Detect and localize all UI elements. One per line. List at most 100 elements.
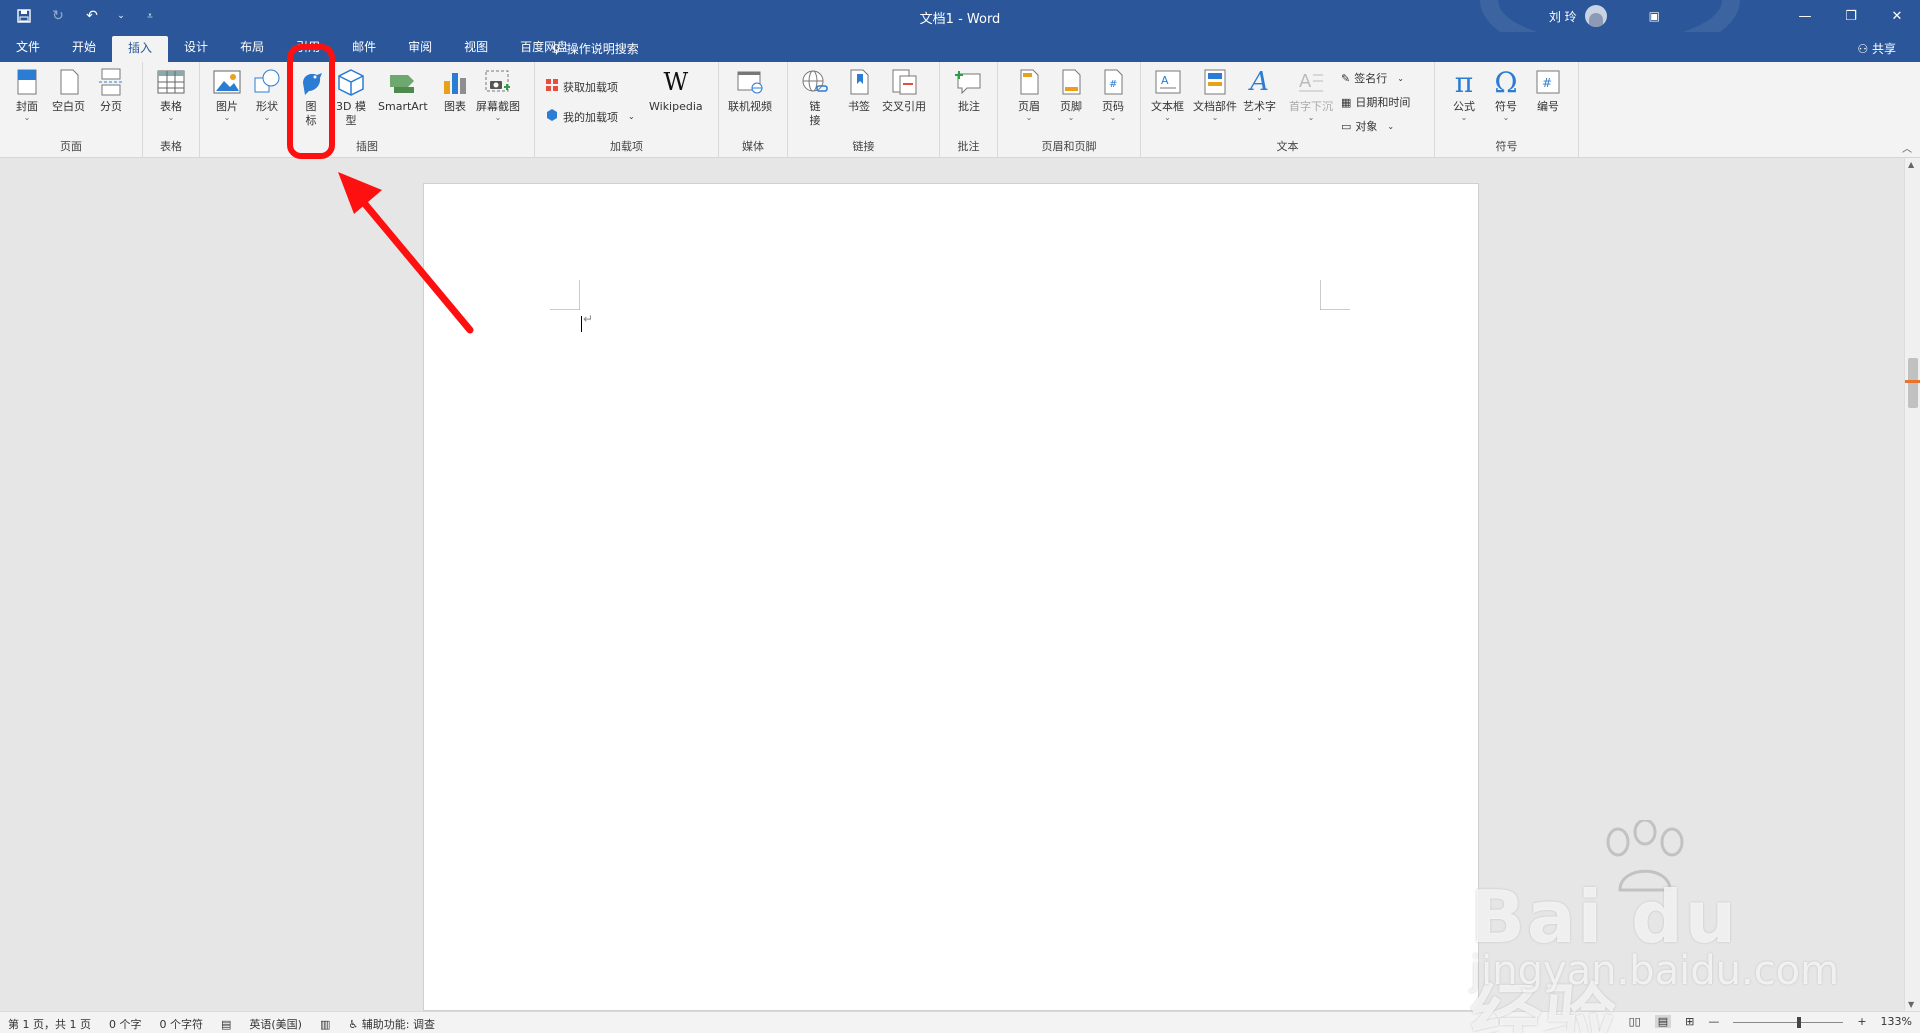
group-media: 联机视频 媒体 bbox=[719, 62, 788, 158]
shapes-icon bbox=[252, 66, 282, 98]
screenshot-button[interactable]: 屏幕截图 ⌄ bbox=[476, 66, 520, 122]
tab-view[interactable]: 视图 bbox=[448, 32, 504, 62]
signature-line-label: 签名行 bbox=[1354, 72, 1388, 85]
3d-models-button[interactable]: 3D 模 型 bbox=[336, 66, 366, 128]
margin-corner-top-left bbox=[550, 280, 580, 310]
tab-insert[interactable]: 插入 bbox=[112, 36, 169, 62]
user-area[interactable]: 刘 玲 ▣ bbox=[1549, 5, 1660, 27]
get-addins-label: 获取加载项 bbox=[563, 80, 618, 94]
macro-icon[interactable]: ▥ bbox=[320, 1018, 330, 1031]
accessibility-status[interactable]: ♿ 辅助功能: 调查 bbox=[348, 1016, 435, 1032]
wikipedia-icon: W bbox=[663, 68, 689, 96]
dropdown-arrow-icon: ⌄ bbox=[1387, 121, 1395, 131]
table-button[interactable]: 表格 ⌄ bbox=[156, 66, 186, 122]
ribbon-display-options-icon[interactable]: ▣ bbox=[1649, 9, 1660, 23]
signature-line-button[interactable]: ✎ 签名行 ⌄ bbox=[1341, 70, 1404, 86]
scroll-up-arrow-icon[interactable]: ▲ bbox=[1908, 160, 1914, 169]
minimize-icon[interactable]: — bbox=[1782, 0, 1828, 32]
tab-review[interactable]: 审阅 bbox=[392, 32, 448, 62]
restore-icon[interactable]: ❐ bbox=[1828, 0, 1874, 32]
symbol-button[interactable]: Ω 符号 ⌄ bbox=[1491, 66, 1521, 122]
screenshot-label: 屏幕截图 bbox=[476, 100, 520, 113]
textbox-button[interactable]: A 文本框 ⌄ bbox=[1151, 66, 1184, 122]
scroll-position-marker bbox=[1905, 380, 1920, 383]
equation-button[interactable]: π 公式 ⌄ bbox=[1449, 66, 1479, 122]
tell-me-search[interactable]: ♀ 操作说明搜索 bbox=[552, 40, 639, 57]
page-count[interactable]: 第 1 页，共 1 页 bbox=[8, 1016, 91, 1032]
cover-page-label: 封面 bbox=[16, 100, 38, 113]
language[interactable]: 英语(美国) bbox=[249, 1016, 302, 1032]
smartart-button[interactable]: SmartArt bbox=[378, 66, 428, 114]
cover-page-button[interactable]: 封面 ⌄ bbox=[12, 66, 42, 122]
quick-parts-button[interactable]: 文档部件 ⌄ bbox=[1193, 66, 1237, 122]
dropdown-arrow-icon: ⌄ bbox=[167, 113, 175, 122]
scroll-thumb[interactable] bbox=[1908, 358, 1918, 408]
lightbulb-icon: ♀ bbox=[552, 41, 561, 56]
zoom-in-icon[interactable]: + bbox=[1857, 1015, 1866, 1028]
collapse-ribbon-icon[interactable]: ︿ bbox=[1902, 140, 1912, 155]
wikipedia-button[interactable]: W Wikipedia bbox=[649, 66, 703, 114]
page-break-button[interactable]: 分页 bbox=[96, 66, 126, 114]
omega-icon: Ω bbox=[1494, 65, 1518, 99]
share-button[interactable]: ⚇ 共享 bbox=[1857, 40, 1896, 57]
online-video-button[interactable]: 联机视频 bbox=[728, 66, 772, 114]
group-addins-label: 加载项 bbox=[610, 140, 643, 153]
baidu-watermark: Bai du 经验 jingyan.baidu.com bbox=[1470, 820, 1839, 1033]
group-pages: 封面 ⌄ 空白页 分页 页面 bbox=[0, 62, 143, 158]
group-tables-label: 表格 bbox=[160, 140, 182, 153]
dropdown-arrow-icon: ⌄ bbox=[628, 112, 635, 121]
document-page[interactable]: ↵ bbox=[423, 183, 1479, 1011]
group-media-label: 媒体 bbox=[742, 140, 764, 153]
watermark-url: jingyan.baidu.com bbox=[1470, 948, 1840, 994]
vertical-scrollbar[interactable]: ▲ ▼ bbox=[1904, 158, 1920, 1011]
object-label: 对象 bbox=[1355, 120, 1378, 133]
chart-button[interactable]: 图表 bbox=[440, 66, 470, 114]
group-tables: 表格 ⌄ 表格 bbox=[143, 62, 200, 158]
svg-text:A: A bbox=[1299, 71, 1312, 92]
close-icon[interactable]: ✕ bbox=[1874, 0, 1920, 32]
tab-design[interactable]: 设计 bbox=[168, 32, 224, 62]
tab-mailings[interactable]: 邮件 bbox=[336, 32, 392, 62]
group-links-label: 链接 bbox=[852, 140, 875, 153]
get-addins-button[interactable]: 获取加载项 bbox=[545, 78, 618, 95]
bookmark-button[interactable]: 书签 bbox=[844, 66, 874, 114]
picture-button[interactable]: 图片 ⌄ bbox=[212, 66, 242, 122]
chart-label: 图表 bbox=[444, 100, 466, 113]
link-button[interactable]: 链 接 bbox=[800, 66, 830, 128]
cross-reference-button[interactable]: 交叉引用 bbox=[882, 66, 926, 114]
comment-button[interactable]: 批注 bbox=[954, 66, 984, 114]
group-text-label: 文本 bbox=[1276, 140, 1299, 153]
char-count[interactable]: 0 个字符 bbox=[159, 1016, 203, 1032]
numbering-label: 编号 bbox=[1537, 100, 1559, 113]
word-count[interactable]: 0 个字 bbox=[109, 1016, 142, 1032]
footer-button[interactable]: 页脚 ⌄ bbox=[1056, 66, 1086, 122]
header-button[interactable]: 页眉 ⌄ bbox=[1014, 66, 1044, 122]
paragraph-mark-icon: ↵ bbox=[583, 312, 594, 326]
cross-reference-icon bbox=[889, 66, 919, 98]
object-button[interactable]: ▭ 对象 ⌄ bbox=[1341, 118, 1394, 134]
my-addins-button[interactable]: 我的加载项 ⌄ bbox=[545, 108, 635, 125]
zoom-level[interactable]: 133% bbox=[1881, 1015, 1912, 1028]
numbering-button[interactable]: # 编号 bbox=[1533, 66, 1563, 114]
page-number-button[interactable]: # 页码 ⌄ bbox=[1098, 66, 1128, 122]
tab-file[interactable]: 文件 bbox=[0, 32, 56, 62]
tab-home[interactable]: 开始 bbox=[56, 32, 112, 62]
drop-cap-button[interactable]: A 首字下沉 ⌄ bbox=[1289, 66, 1333, 122]
group-text: A 文本框 ⌄ 文档部件 ⌄ A 艺术字 ⌄ A 首字下沉 ⌄ ✎ 签名行 ⌄ … bbox=[1141, 62, 1435, 158]
dropdown-arrow-icon: ⌄ bbox=[1397, 73, 1404, 83]
3d-models-label: 3D 模 型 bbox=[336, 100, 366, 127]
comment-icon bbox=[954, 66, 984, 98]
tab-layout[interactable]: 布局 bbox=[224, 32, 280, 62]
group-addins: 获取加载项 我的加载项 ⌄ W Wikipedia 加载项 bbox=[535, 62, 719, 158]
blank-page-icon bbox=[54, 66, 84, 98]
avatar[interactable] bbox=[1584, 5, 1607, 27]
scroll-down-arrow-icon[interactable]: ▼ bbox=[1908, 1000, 1914, 1009]
bookmark-icon bbox=[844, 66, 874, 98]
wordart-button[interactable]: A 艺术字 ⌄ bbox=[1243, 66, 1276, 122]
date-time-button[interactable]: ▦ 日期和时间 bbox=[1341, 94, 1410, 110]
blank-page-button[interactable]: 空白页 bbox=[52, 66, 85, 114]
proofing-icon[interactable]: ▤ bbox=[221, 1018, 231, 1031]
quick-parts-icon bbox=[1200, 66, 1230, 98]
shapes-button[interactable]: 形状 ⌄ bbox=[252, 66, 282, 122]
store-icon bbox=[545, 78, 559, 95]
